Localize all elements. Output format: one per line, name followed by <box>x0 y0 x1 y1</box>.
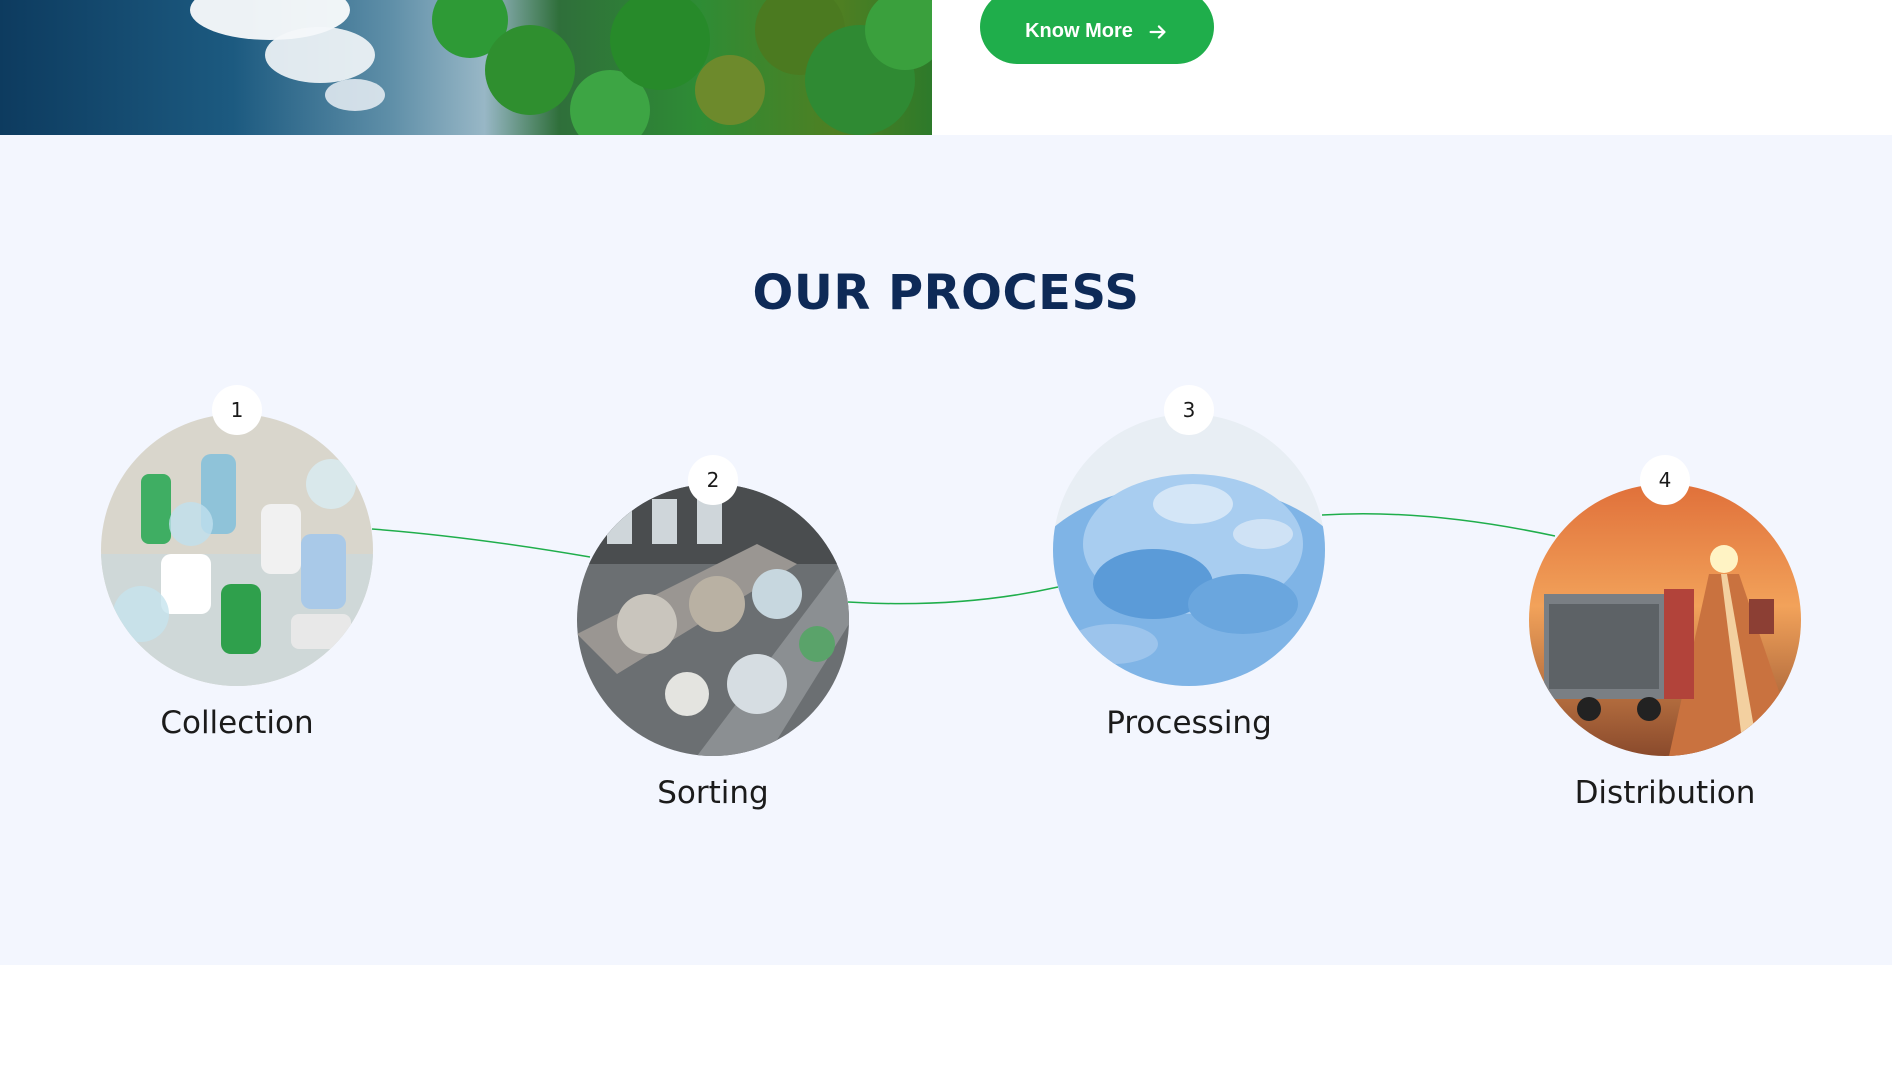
step-number-badge: 3 <box>1164 385 1214 435</box>
processing-image <box>1053 414 1325 686</box>
step-number-badge: 2 <box>688 455 738 505</box>
know-more-button[interactable]: Know More <box>980 0 1214 64</box>
distribution-image <box>1529 484 1801 756</box>
sorting-image <box>577 484 849 756</box>
hero-aerial-image <box>0 0 932 135</box>
step-label: Collection <box>160 705 314 741</box>
know-more-label: Know More <box>1025 20 1133 42</box>
process-section: OUR PROCESS 1 Collection 2 Sorting 3 Pro… <box>0 135 1892 965</box>
step-label: Distribution <box>1574 775 1756 811</box>
page-bottom-space <box>0 965 1892 1071</box>
hero-section: Know More <box>0 0 1892 135</box>
arrow-right-icon <box>1149 24 1166 39</box>
step-label: Processing <box>1106 705 1272 741</box>
step-number-badge: 1 <box>212 385 262 435</box>
collection-image <box>101 414 373 686</box>
step-label: Sorting <box>657 775 769 811</box>
step-number-badge: 4 <box>1640 455 1690 505</box>
